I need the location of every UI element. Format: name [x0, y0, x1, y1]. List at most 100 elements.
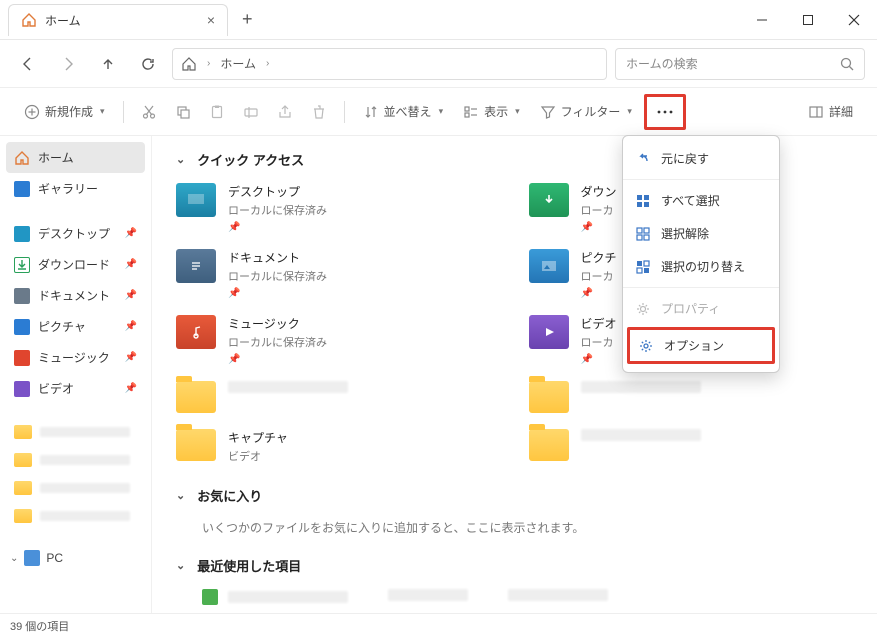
pin-icon: 📌	[581, 222, 617, 233]
more-button[interactable]	[649, 99, 681, 125]
pin-icon: 📌	[125, 290, 137, 301]
menu-item-options[interactable]: オプション	[630, 330, 772, 361]
redacted-label	[581, 381, 701, 393]
new-button[interactable]: 新規作成 ▾	[16, 97, 113, 126]
pin-icon: 📌	[125, 259, 137, 270]
qa-subtitle: ローカルに保存済み	[228, 334, 327, 350]
pictures-folder-icon	[529, 249, 569, 283]
section-title: お気に入り	[197, 486, 262, 505]
chevron-down-icon: ⌄	[176, 153, 185, 166]
tab-close-icon[interactable]: ×	[207, 12, 215, 28]
menu-item-select-none[interactable]: 選択解除	[623, 217, 779, 250]
forward-button[interactable]	[52, 48, 84, 80]
details-pane-button[interactable]: 詳細	[800, 97, 861, 126]
sidebar-item-pc[interactable]: ⌄ PC	[6, 544, 145, 572]
pc-icon	[24, 550, 40, 566]
qa-item-desktop[interactable]: デスクトップ ローカルに保存済み 📌	[176, 183, 505, 233]
refresh-button[interactable]	[132, 48, 164, 80]
qa-item-music[interactable]: ミュージック ローカルに保存済み 📌	[176, 315, 505, 365]
up-button[interactable]	[92, 48, 124, 80]
separator	[344, 101, 345, 123]
menu-label: 選択の切り替え	[661, 258, 745, 275]
share-button[interactable]	[270, 97, 300, 127]
sidebar-item-videos[interactable]: ビデオ 📌	[6, 373, 145, 404]
folder-icon	[14, 509, 32, 523]
favorites-empty-text: いくつかのファイルをお気に入りに追加すると、ここに表示されます。	[202, 519, 857, 536]
recent-item[interactable]	[202, 589, 348, 605]
search-input[interactable]: ホームの検索	[615, 48, 865, 80]
sidebar-item-pictures[interactable]: ピクチャ 📌	[6, 311, 145, 342]
sort-label: 並べ替え	[384, 103, 432, 120]
filter-button[interactable]: フィルター ▾	[532, 97, 640, 126]
sidebar-item-folder[interactable]	[6, 446, 145, 474]
pin-icon: 📌	[125, 321, 137, 332]
redacted-label	[581, 429, 701, 441]
toolbar: 新規作成 ▾ 並べ替え ▾ 表示 ▾ フィルター ▾ 詳細	[0, 88, 877, 136]
rename-button[interactable]	[236, 97, 266, 127]
qa-title: キャプチャ	[228, 429, 288, 446]
home-icon	[14, 150, 30, 166]
folder-icon	[14, 481, 32, 495]
section-recent[interactable]: ⌄ 最近使用した項目	[176, 556, 857, 575]
properties-icon	[635, 301, 651, 317]
sort-button[interactable]: 並べ替え ▾	[355, 97, 452, 126]
copy-button[interactable]	[168, 97, 198, 127]
sidebar-item-documents[interactable]: ドキュメント 📌	[6, 280, 145, 311]
folder-icon	[176, 381, 216, 413]
chevron-down-icon: ▾	[515, 106, 520, 117]
qa-title: ビデオ	[581, 315, 617, 332]
redacted-label	[388, 589, 468, 601]
sidebar-item-folder[interactable]	[6, 502, 145, 530]
breadcrumb-item[interactable]: ホーム	[220, 55, 256, 72]
redacted-label	[40, 455, 130, 465]
qa-item-folder[interactable]	[529, 429, 858, 464]
section-favorites[interactable]: ⌄ お気に入り	[176, 486, 857, 505]
menu-label: プロパティ	[661, 300, 720, 317]
home-icon	[21, 12, 37, 28]
undo-icon	[635, 151, 651, 167]
menu-item-invert-selection[interactable]: 選択の切り替え	[623, 250, 779, 283]
new-tab-button[interactable]: +	[234, 9, 261, 30]
sidebar-item-desktop[interactable]: デスクトップ 📌	[6, 218, 145, 249]
minimize-button[interactable]	[739, 0, 785, 40]
close-window-button[interactable]	[831, 0, 877, 40]
highlight-box-options: オプション	[627, 327, 775, 364]
menu-item-undo[interactable]: 元に戻す	[623, 142, 779, 175]
qa-item-folder[interactable]	[529, 381, 858, 413]
qa-item-captures[interactable]: キャプチャ ビデオ	[176, 429, 505, 464]
sidebar-item-folder[interactable]	[6, 474, 145, 502]
documents-folder-icon	[176, 249, 216, 283]
tab-title: ホーム	[45, 12, 81, 29]
search-icon	[840, 57, 854, 71]
invert-selection-icon	[635, 259, 651, 275]
sidebar-label: ドキュメント	[38, 287, 110, 304]
window-controls	[739, 0, 877, 40]
sidebar-item-music[interactable]: ミュージック 📌	[6, 342, 145, 373]
paste-button[interactable]	[202, 97, 232, 127]
back-button[interactable]	[12, 48, 44, 80]
qa-item-folder[interactable]	[176, 381, 505, 413]
delete-button[interactable]	[304, 97, 334, 127]
address-bar[interactable]: › ホーム ›	[172, 48, 607, 80]
pin-icon: 📌	[125, 383, 137, 394]
section-title: 最近使用した項目	[197, 556, 301, 575]
select-none-icon	[635, 226, 651, 242]
maximize-button[interactable]	[785, 0, 831, 40]
window-tab[interactable]: ホーム ×	[8, 4, 228, 36]
sidebar-item-gallery[interactable]: ギャラリー	[6, 173, 145, 204]
details-label: 詳細	[829, 103, 853, 120]
redacted-label	[40, 427, 130, 437]
desktop-folder-icon	[176, 183, 216, 217]
menu-item-select-all[interactable]: すべて選択	[623, 184, 779, 217]
sidebar-item-folder[interactable]	[6, 418, 145, 446]
qa-title: デスクトップ	[228, 183, 327, 200]
file-icon	[202, 589, 218, 605]
qa-title: ピクチ	[581, 249, 617, 266]
qa-item-documents[interactable]: ドキュメント ローカルに保存済み 📌	[176, 249, 505, 299]
cut-button[interactable]	[134, 97, 164, 127]
sidebar-item-downloads[interactable]: ダウンロード 📌	[6, 249, 145, 280]
menu-label: 元に戻す	[661, 150, 709, 167]
sidebar-item-home[interactable]: ホーム	[6, 142, 145, 173]
videos-folder-icon	[529, 315, 569, 349]
view-button[interactable]: 表示 ▾	[455, 97, 528, 126]
